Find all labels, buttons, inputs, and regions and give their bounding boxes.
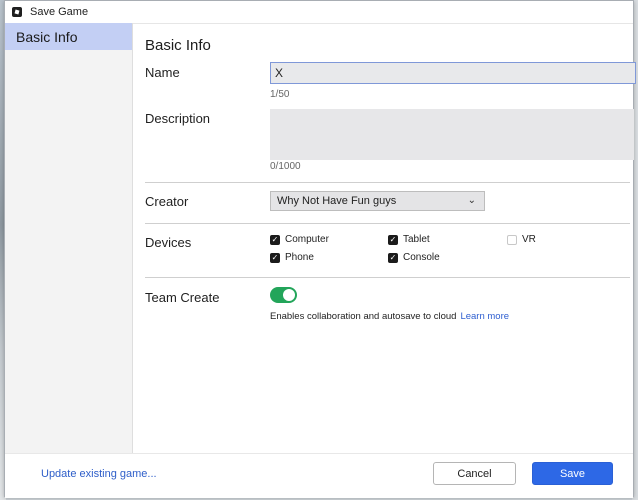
team-create-toggle[interactable]	[270, 287, 297, 303]
chevron-down-icon: ⌄	[467, 195, 476, 206]
device-checkbox-console[interactable]: ✓ Console	[388, 252, 440, 263]
checkbox-unchecked-icon	[507, 234, 517, 245]
team-create-label: Team Create	[145, 290, 220, 305]
description-input[interactable]	[270, 109, 634, 160]
roblox-studio-icon	[12, 7, 22, 17]
description-label: Description	[145, 111, 211, 126]
learn-more-link[interactable]: Learn more	[460, 311, 509, 322]
window-title: Save Game	[30, 6, 89, 18]
checkbox-checked-icon: ✓	[388, 252, 398, 263]
name-input[interactable]	[270, 62, 636, 84]
team-create-hint-text: Enables collaboration and autosave to cl…	[270, 311, 457, 322]
sidebar-item-basic-info[interactable]: Basic Info	[5, 23, 132, 50]
dialog-footer: Update existing game... Cancel Save	[5, 453, 633, 498]
team-create-hint: Enables collaboration and autosave to cl…	[270, 311, 509, 322]
device-label-console: Console	[403, 252, 440, 263]
section-title: Basic Info	[145, 37, 211, 54]
creator-label: Creator	[145, 194, 189, 209]
device-label-phone: Phone	[285, 252, 314, 263]
update-existing-game-link[interactable]: Update existing game...	[41, 468, 157, 480]
device-checkbox-vr[interactable]: VR	[507, 234, 536, 245]
checkbox-checked-icon: ✓	[270, 252, 280, 263]
checkbox-checked-icon: ✓	[388, 234, 398, 245]
divider	[145, 182, 630, 183]
device-checkbox-tablet[interactable]: ✓ Tablet	[388, 234, 430, 245]
sidebar: Basic Info	[5, 23, 133, 453]
creator-dropdown[interactable]: Why Not Have Fun guys ⌄	[270, 191, 485, 211]
device-label-tablet: Tablet	[403, 234, 430, 245]
save-game-dialog: Save Game Basic Info Basic Info Name 1/5…	[4, 0, 636, 498]
cancel-button[interactable]: Cancel	[433, 462, 516, 485]
creator-selected-value: Why Not Have Fun guys	[277, 195, 397, 207]
main-panel: Basic Info Name 1/50 Description 0/1000 …	[133, 23, 636, 453]
name-counter: 1/50	[270, 89, 290, 100]
toggle-knob	[283, 289, 295, 301]
title-bar: Save Game	[5, 1, 633, 24]
device-label-vr: VR	[522, 234, 536, 245]
description-counter: 0/1000	[270, 161, 301, 172]
sidebar-item-label: Basic Info	[16, 28, 78, 45]
divider	[145, 223, 630, 224]
checkbox-checked-icon: ✓	[270, 234, 280, 245]
device-checkbox-computer[interactable]: ✓ Computer	[270, 234, 329, 245]
device-label-computer: Computer	[285, 234, 329, 245]
save-button[interactable]: Save	[532, 462, 613, 485]
device-checkbox-phone[interactable]: ✓ Phone	[270, 252, 314, 263]
devices-label: Devices	[145, 235, 192, 250]
divider	[145, 277, 630, 278]
name-label: Name	[145, 65, 180, 80]
